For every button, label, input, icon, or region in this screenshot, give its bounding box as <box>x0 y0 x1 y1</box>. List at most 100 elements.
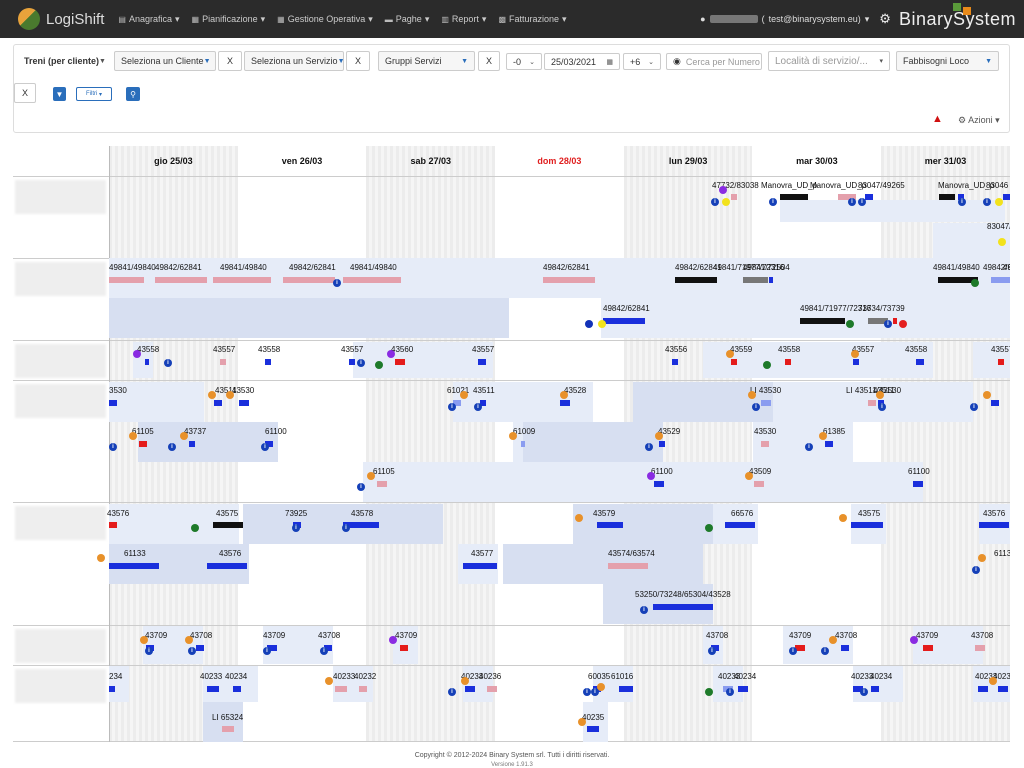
train-label[interactable]: 49842/62841 <box>603 304 650 313</box>
assignment-bar[interactable] <box>785 359 791 365</box>
train-label[interactable]: 43709 <box>395 631 417 640</box>
train-label[interactable]: 43578 <box>351 509 373 518</box>
assignment-bar[interactable] <box>597 522 623 528</box>
assignment-bar[interactable] <box>991 400 999 406</box>
train-label[interactable]: 43558 <box>258 345 280 354</box>
status-dot[interactable] <box>851 350 859 358</box>
assignment-bar[interactable] <box>207 686 219 692</box>
info-icon[interactable]: i <box>640 606 648 614</box>
assignment-bar[interactable] <box>841 645 849 651</box>
status-dot[interactable] <box>140 636 148 644</box>
info-icon[interactable]: i <box>188 647 196 655</box>
loco-needs-select[interactable]: Fabbisogni Loco ▼ <box>896 51 999 71</box>
train-label[interactable]: 43557 <box>213 345 235 354</box>
train-label[interactable]: 83047/49265 <box>858 181 905 190</box>
location-select[interactable]: Località di servizio/... ▾ <box>768 51 890 71</box>
assignment-bar[interactable] <box>400 645 408 651</box>
train-label[interactable]: 83047/ <box>987 222 1010 231</box>
train-label[interactable]: 6113 <box>994 549 1010 558</box>
status-dot[interactable] <box>910 636 918 644</box>
status-dot[interactable] <box>846 320 854 328</box>
assignment-bar[interactable] <box>800 318 845 324</box>
status-dot[interactable] <box>325 677 333 685</box>
info-icon[interactable]: i <box>164 359 172 367</box>
train-label[interactable]: 43575 <box>216 509 238 518</box>
status-dot[interactable] <box>829 636 837 644</box>
assignment-bar[interactable] <box>738 686 748 692</box>
train-label[interactable]: 43530 <box>754 427 776 436</box>
info-icon[interactable]: i <box>261 443 269 451</box>
info-icon[interactable]: i <box>448 688 456 696</box>
assignment-bar[interactable] <box>139 441 147 447</box>
train-label[interactable]: 43577 <box>471 549 493 558</box>
warning-icon[interactable]: ▲ <box>932 113 943 125</box>
train-label[interactable]: 43530 <box>232 386 254 395</box>
status-dot[interactable] <box>647 472 655 480</box>
status-dot[interactable] <box>387 350 395 358</box>
info-icon[interactable]: i <box>821 647 829 655</box>
assignment-bar[interactable] <box>761 441 769 447</box>
status-dot[interactable] <box>876 391 884 399</box>
day-header[interactable]: ven 26/03 <box>238 146 367 176</box>
assignment-bar[interactable] <box>265 359 271 365</box>
status-dot[interactable] <box>585 320 593 328</box>
assignment-bar[interactable] <box>109 686 115 692</box>
assignment-bar[interactable] <box>769 277 773 283</box>
assignment-bar[interactable] <box>653 604 713 610</box>
assignment-bar[interactable] <box>213 277 271 283</box>
info-icon[interactable]: i <box>263 647 271 655</box>
train-label[interactable]: 49842/62841 <box>543 263 590 272</box>
day-header[interactable]: mar 30/03 <box>753 146 882 176</box>
assignment-bar[interactable] <box>672 359 678 365</box>
calendar-icon[interactable]: ▦ <box>606 58 613 66</box>
train-label[interactable]: 40233 <box>333 672 355 681</box>
assignment-bar[interactable] <box>923 645 933 651</box>
status-dot[interactable] <box>180 432 188 440</box>
date-input[interactable]: 25/03/2021 ▦ <box>544 53 620 70</box>
assignment-bar[interactable] <box>619 686 633 692</box>
status-dot[interactable] <box>705 688 713 696</box>
status-dot[interactable] <box>461 677 469 685</box>
status-dot[interactable] <box>989 677 997 685</box>
train-label[interactable]: 43575 <box>858 509 880 518</box>
train-label[interactable]: 43708 <box>190 631 212 640</box>
assignment-bar[interactable] <box>754 481 764 487</box>
assignment-bar[interactable] <box>349 359 355 365</box>
assignment-bar[interactable] <box>865 194 873 200</box>
assignment-bar[interactable] <box>487 686 497 692</box>
assignment-bar[interactable] <box>109 277 144 283</box>
status-dot[interactable] <box>367 472 375 480</box>
assignment-bar[interactable] <box>335 686 347 692</box>
assignment-bar[interactable] <box>654 481 664 487</box>
status-dot[interactable] <box>839 514 847 522</box>
assignment-bar[interactable] <box>825 441 833 447</box>
assignment-bar[interactable] <box>189 441 195 447</box>
info-icon[interactable]: i <box>970 403 978 411</box>
app-name[interactable]: LogiShift <box>46 11 104 28</box>
train-label[interactable]: 43709 <box>145 631 167 640</box>
assignment-bar[interactable] <box>220 359 226 365</box>
status-dot[interactable] <box>226 391 234 399</box>
train-label[interactable]: 40234 <box>225 672 247 681</box>
filters-dropdown-button[interactable]: Filtri ▾ <box>76 87 112 101</box>
assignment-bar[interactable] <box>109 400 117 406</box>
assignment-bar[interactable] <box>233 686 241 692</box>
train-label[interactable]: 43557 <box>991 345 1010 354</box>
offset-after-select[interactable]: +6 ⌄ <box>623 53 661 70</box>
train-label[interactable]: 61100 <box>265 427 287 436</box>
train-label[interactable]: 43557 <box>472 345 494 354</box>
user-menu[interactable]: ● (test@binarysystem.eu) ▾ <box>700 14 869 25</box>
assignment-bar[interactable] <box>761 400 771 406</box>
assignment-bar[interactable] <box>603 318 645 324</box>
train-label[interactable]: 43708 <box>706 631 728 640</box>
clear-service-button[interactable]: X <box>346 51 370 71</box>
status-dot[interactable] <box>655 432 663 440</box>
status-dot[interactable] <box>460 391 468 399</box>
menu-anagrafica[interactable]: ▤ Anagrafica ▾ <box>118 14 179 25</box>
info-icon[interactable]: i <box>109 443 117 451</box>
train-label[interactable]: 40234 <box>734 672 756 681</box>
train-label[interactable]: 234 <box>109 672 122 681</box>
status-dot[interactable] <box>97 554 105 562</box>
assignment-bar[interactable] <box>377 481 387 487</box>
train-label[interactable]: 43709 <box>263 631 285 640</box>
